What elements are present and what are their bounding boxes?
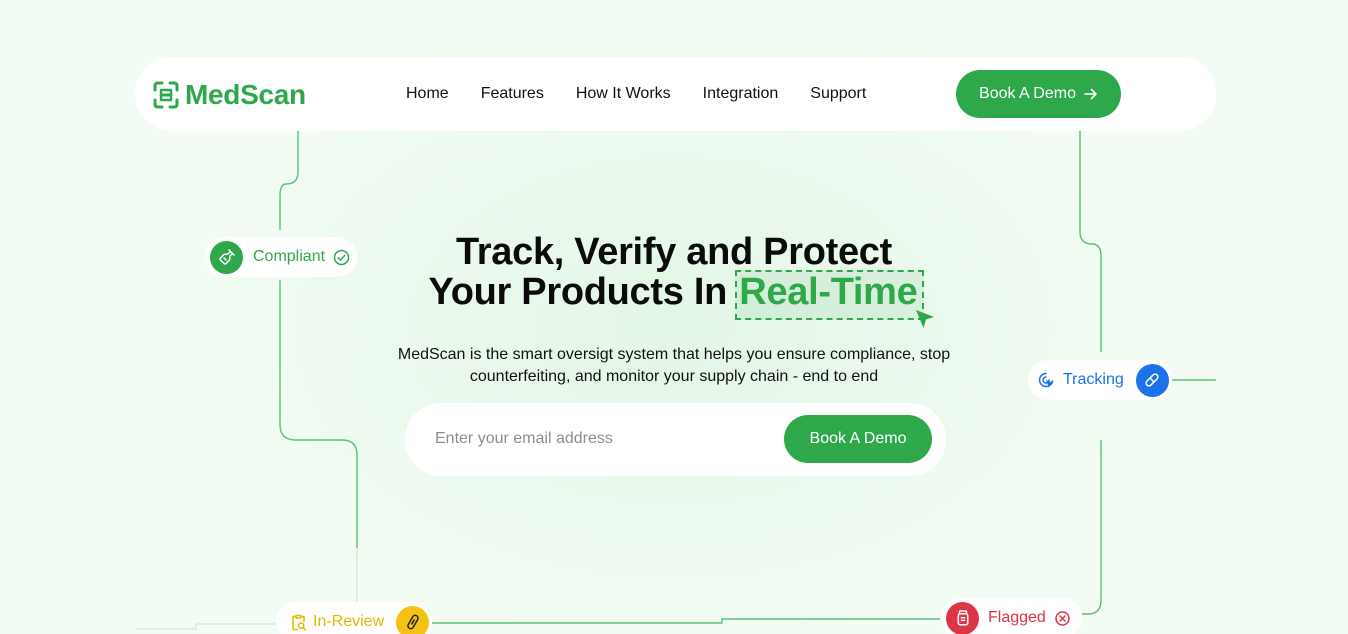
check-circle-icon: [333, 249, 350, 265]
bottle-icon: [210, 240, 243, 274]
nav-book-demo-button[interactable]: Book A Demo: [956, 70, 1121, 118]
chip-compliant: Compliant: [205, 237, 357, 277]
nav-book-demo-label: Book A Demo: [979, 85, 1076, 102]
hero-title-line-1: Track, Verify and Protect: [455, 231, 893, 273]
x-circle-icon: [1055, 610, 1070, 626]
chip-flagged-label: Flagged: [988, 609, 1046, 626]
clipboard-search-icon: [292, 614, 307, 630]
chip-tracking-label: Tracking: [1063, 371, 1124, 388]
capsule-icon: [396, 605, 430, 634]
arrow-right-icon: [1084, 88, 1097, 100]
brand-name: MedScan: [185, 79, 306, 110]
chip-compliant-label: Compliant: [253, 248, 326, 265]
pointer-cursor-icon: [915, 310, 934, 328]
hero-title-highlight: Real-Time: [735, 270, 934, 328]
chip-tracking: Tracking: [1028, 360, 1172, 400]
nav-how-it-works[interactable]: How It Works: [576, 85, 671, 103]
top-navbar: MedScan Home Features How It Works Integ…: [135, 57, 1216, 131]
email-input[interactable]: [435, 421, 755, 457]
email-signup-form: Book A Demo: [405, 403, 946, 476]
hero-title-line-2: Your Products In Real-Time: [300, 270, 1048, 328]
nav-integration[interactable]: Integration: [703, 85, 779, 103]
chip-in-review-label: In-Review: [313, 613, 385, 630]
nav-support[interactable]: Support: [810, 85, 866, 103]
brand-logo[interactable]: MedScan: [153, 79, 306, 111]
nav-home[interactable]: Home: [406, 85, 449, 103]
nav-links: Home Features How It Works Integration S…: [406, 85, 866, 103]
pill-icon: [1135, 363, 1169, 397]
hero-subtitle: MedScan is the smart oversigt system tha…: [397, 346, 951, 385]
chip-in-review: In-Review: [276, 602, 432, 634]
jar-icon: [946, 601, 979, 634]
hero-title-highlight-text: Real-Time: [739, 271, 918, 313]
hero-title: Track, Verify and Protect Your Products …: [300, 231, 1048, 328]
hero-title-prefix: Your Products In: [428, 271, 727, 313]
hero-book-demo-button[interactable]: Book A Demo: [784, 415, 932, 463]
chip-flagged: Flagged: [942, 598, 1082, 634]
scan-logo-icon: [153, 81, 179, 109]
nav-features[interactable]: Features: [481, 85, 544, 103]
tracking-cursor-icon: [1038, 372, 1054, 387]
